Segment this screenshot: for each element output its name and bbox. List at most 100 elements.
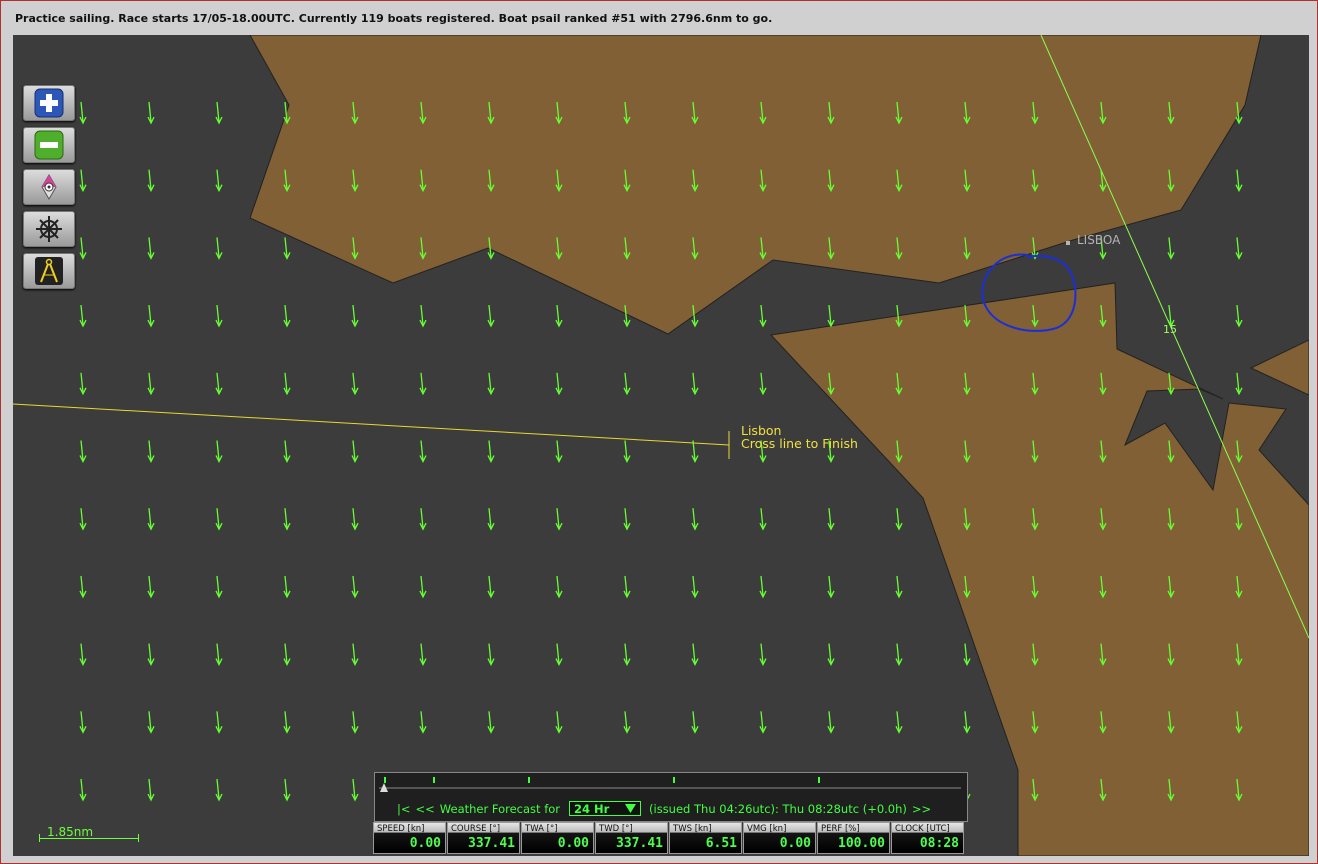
wind-arrow [895, 508, 903, 531]
forecast-first-button[interactable]: |< [397, 802, 411, 816]
forecast-next-button[interactable]: >> [912, 802, 931, 816]
wind-arrow [691, 372, 699, 396]
instrument-value: 6.51 [705, 836, 737, 851]
wind-arrow [79, 440, 87, 463]
instrument-value: 0.00 [409, 836, 441, 851]
wind-arrow [419, 440, 427, 463]
wind-arrow [215, 778, 223, 802]
wind-arrow [215, 575, 223, 599]
instrument-course: COURSE [°] 337.41 [447, 822, 520, 854]
forecast-hours-select[interactable]: 24 Hr [569, 801, 642, 816]
forecast-controls: |< << Weather Forecast for 24 Hr (issued… [397, 801, 936, 816]
instrument-label: SPEED [kn] [377, 824, 425, 834]
wind-arrow [147, 372, 155, 396]
wind-arrow [1235, 305, 1243, 328]
instrument-panel: SPEED [kn] 0.00 COURSE [°] 337.41 TWA [°… [373, 822, 967, 856]
city-marker [1066, 241, 1070, 245]
wind-arrow [147, 101, 155, 125]
wind-arrow [759, 508, 767, 531]
wind-arrow [79, 575, 87, 599]
wind-arrow [419, 643, 427, 667]
instrument-tws: TWS [kn] 6.51 [669, 822, 742, 854]
instrument-label: COURSE [°] [451, 824, 501, 834]
wind-arrow [351, 778, 359, 802]
wind-arrow [623, 575, 631, 599]
wind-arrow [555, 711, 563, 734]
instrument-clock: CLOCK [UTC] 08:28 [891, 822, 964, 854]
wind-arrow [147, 643, 155, 667]
wind-arrow [215, 169, 223, 193]
helm-button[interactable] [23, 211, 75, 247]
city-label: LISBOA [1077, 233, 1121, 247]
south-coast-land [769, 282, 1309, 856]
wind-arrow [283, 440, 291, 463]
wind-arrow [79, 305, 87, 328]
wind-arrow [351, 643, 359, 667]
forecast-issued-text: (issued Thu 04:26utc): Thu 08:28utc (+0.… [649, 801, 907, 816]
scale-label: 1.85nm [47, 825, 94, 839]
wind-arrow [147, 711, 155, 734]
instrument-label: TWS [kn] [673, 824, 712, 834]
wind-arrow [1235, 237, 1243, 260]
wind-arrow [351, 305, 359, 328]
wind-arrow [147, 440, 155, 463]
wind-arrow [283, 575, 291, 599]
wind-arrow [487, 711, 495, 734]
instrument-label: PERF [%] [821, 824, 860, 834]
wind-arrow [1235, 372, 1243, 396]
race-map[interactable]: LISBOA 15 Lisbon Cross line to Finish 1.… [13, 35, 1309, 856]
scale-bar [39, 834, 139, 842]
wind-arrow [623, 372, 631, 396]
wind-arrow [79, 372, 87, 396]
wind-arrow [79, 169, 87, 193]
dropdown-arrow-icon [625, 804, 637, 813]
wind-arrow [623, 711, 631, 734]
wind-arrow [487, 305, 495, 328]
wind-arrow [623, 643, 631, 667]
wind-arrow [79, 237, 87, 260]
instrument-value: 0.00 [557, 836, 589, 851]
wind-arrow [351, 372, 359, 396]
zoom-out-button[interactable] [23, 127, 75, 163]
wind-arrow [147, 575, 155, 599]
forecast-label: Weather Forecast for [439, 801, 561, 816]
wind-arrow [215, 372, 223, 396]
wind-arrow [419, 711, 427, 734]
instrument-speed: SPEED [kn] 0.00 [373, 822, 446, 854]
wind-arrow [827, 643, 835, 667]
finish-sub-label: Cross line to Finish [741, 436, 858, 451]
measure-button[interactable] [23, 253, 75, 289]
wind-arrow [487, 508, 495, 531]
instrument-vmg: VMG [kn] 0.00 [743, 822, 816, 854]
wind-arrow [827, 508, 835, 531]
wind-arrow [351, 575, 359, 599]
race-status-text: Practice sailing. Race starts 17/05-18.0… [15, 12, 773, 25]
map-scale: 1.85nm [39, 825, 141, 842]
wind-arrow [555, 305, 563, 328]
weather-forecast-panel: |< << Weather Forecast for 24 Hr (issued… [374, 772, 968, 822]
zoom-in-button[interactable] [23, 85, 75, 121]
forecast-prev-button[interactable]: << [416, 802, 435, 816]
wind-arrow [759, 372, 767, 396]
wind-arrow [283, 372, 291, 396]
wind-arrow [759, 305, 767, 328]
forecast-timeline[interactable] [379, 777, 961, 793]
wind-arrow [555, 440, 563, 463]
wind-arrow [691, 711, 699, 734]
wind-arrow [759, 575, 767, 599]
wind-arrow [419, 575, 427, 599]
forecast-hours-value: 24 Hr [574, 801, 610, 816]
wind-arrow [215, 237, 223, 260]
instrument-value: 337.41 [616, 836, 663, 851]
map-canvas[interactable] [13, 35, 1309, 856]
wind-arrow [215, 101, 223, 125]
wind-arrow [1235, 169, 1243, 193]
wind-arrow [147, 305, 155, 328]
wind-arrow [79, 508, 87, 531]
wind-arrow [147, 778, 155, 802]
center-boat-button[interactable] [23, 169, 75, 205]
wind-arrow [487, 440, 495, 463]
wind-arrow [691, 508, 699, 531]
instrument-label: TWA [°] [525, 824, 558, 834]
instrument-label: CLOCK [UTC] [895, 824, 950, 834]
